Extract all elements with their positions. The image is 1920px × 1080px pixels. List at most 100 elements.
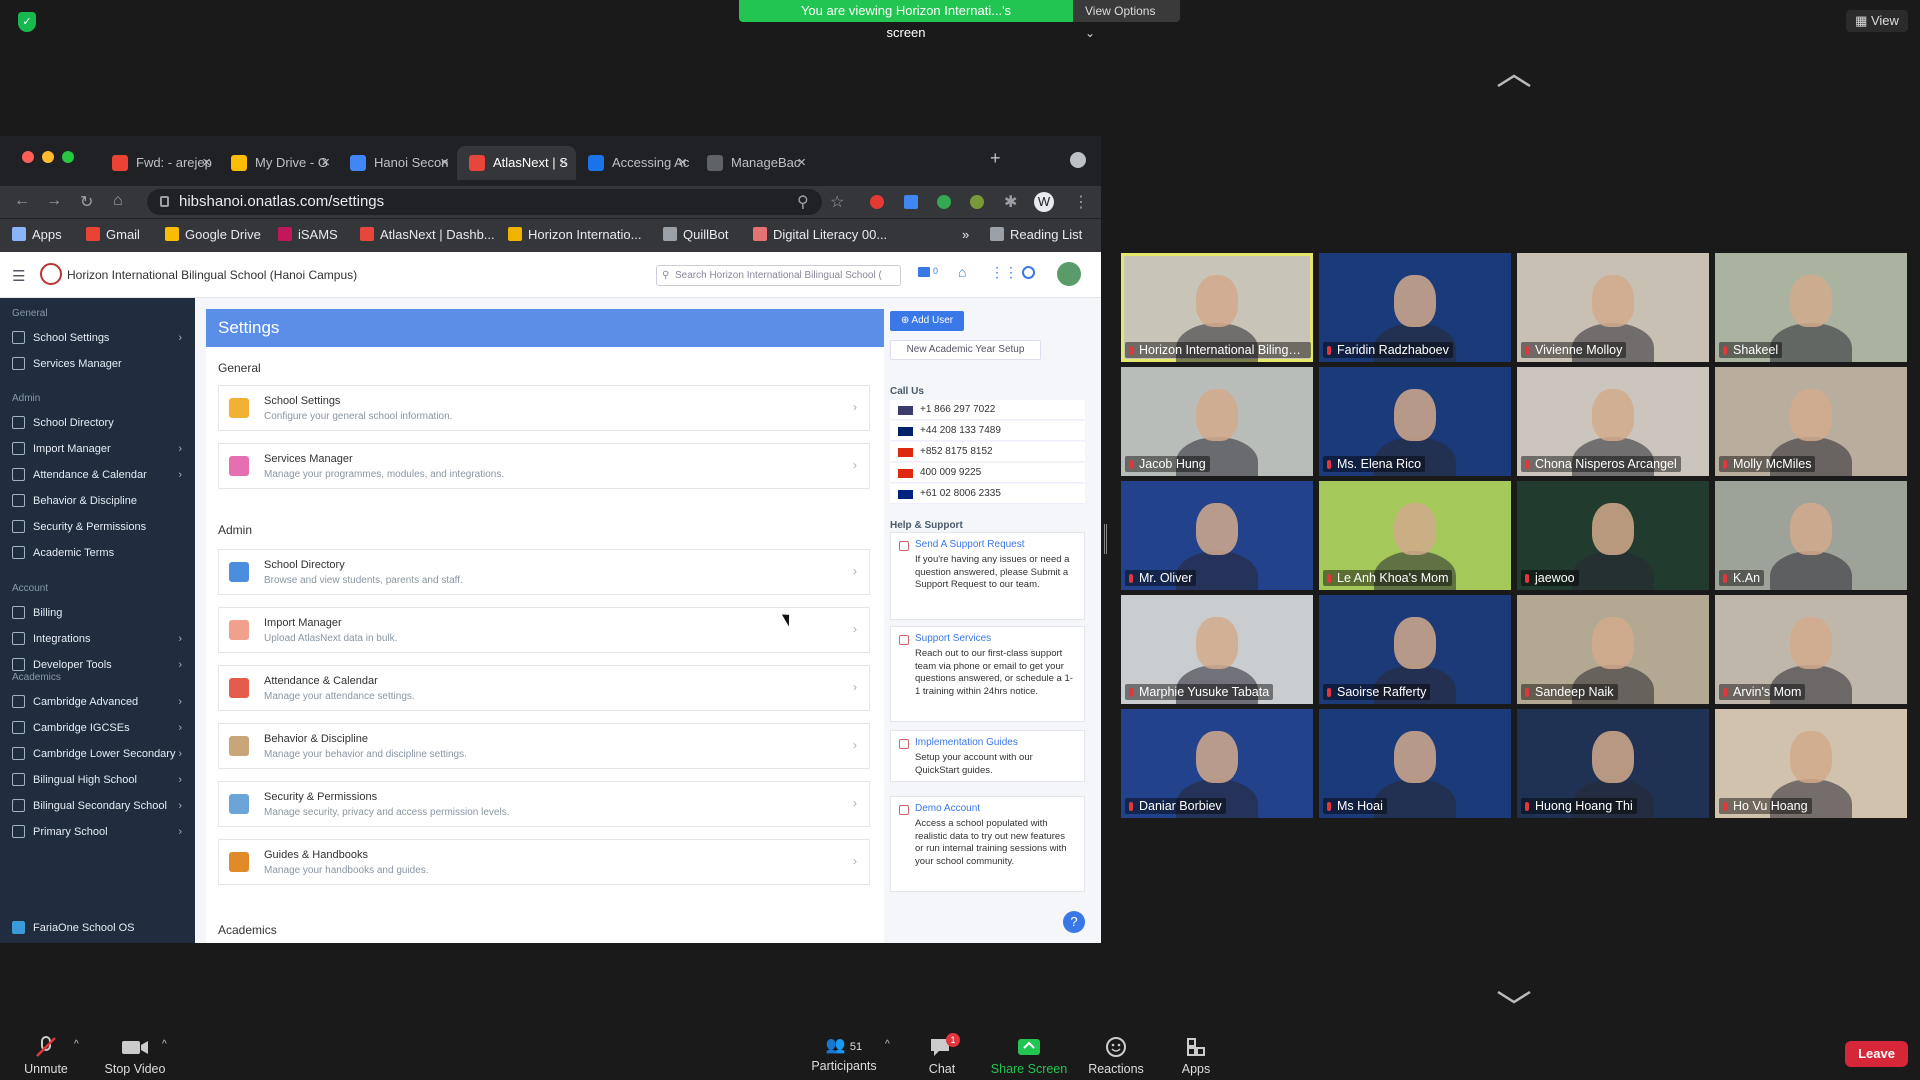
participant-video-tile[interactable]: Faridin Radzhaboev bbox=[1319, 253, 1511, 362]
globe-icon[interactable] bbox=[1022, 266, 1035, 279]
settings-row[interactable]: Security & Permissions Manage security, p… bbox=[218, 781, 870, 827]
leave-button[interactable]: Leave bbox=[1845, 1041, 1908, 1067]
bookmark-item[interactable]: Horizon Internatio... bbox=[508, 227, 641, 242]
reactions-button[interactable]: Reactions bbox=[1084, 1035, 1148, 1076]
sidebar-item[interactable]: School Settings › bbox=[12, 330, 192, 346]
participant-video-tile[interactable]: jaewoo bbox=[1517, 481, 1709, 590]
view-options-button[interactable]: View Options ⌄ bbox=[1073, 0, 1180, 40]
translate-icon[interactable] bbox=[904, 195, 918, 209]
participant-video-tile[interactable]: Sandeep Naik bbox=[1517, 595, 1709, 704]
support-card[interactable]: Support Services Reach out to our first-c… bbox=[890, 626, 1085, 722]
participant-video-tile[interactable]: Vivienne Molloy bbox=[1517, 253, 1709, 362]
bookmark-item[interactable]: Gmail bbox=[86, 227, 140, 242]
participants-button[interactable]: 👥 51 Participants bbox=[808, 1035, 880, 1073]
new-academic-year-button[interactable]: New Academic Year Setup bbox=[890, 340, 1041, 360]
browser-tab[interactable]: ManageBac × bbox=[695, 146, 814, 180]
hamburger-icon[interactable]: ☰ bbox=[12, 267, 25, 285]
participant-video-tile[interactable]: Molly McMiles bbox=[1715, 367, 1907, 476]
settings-row[interactable]: Guides & Handbooks Manage your handbooks … bbox=[218, 839, 870, 885]
sidebar-item[interactable]: Primary School › bbox=[12, 824, 192, 840]
add-user-button[interactable]: ⊕ Add User bbox=[890, 311, 964, 331]
reload-icon[interactable]: ↻ bbox=[80, 192, 93, 212]
participant-video-tile[interactable]: Huong Hoang Thi bbox=[1517, 709, 1709, 818]
sidebar-item[interactable]: Academic Terms bbox=[12, 545, 192, 561]
participant-video-tile[interactable]: Chona Nisperos Arcangel bbox=[1517, 367, 1709, 476]
browser-tab[interactable]: Fwd: - arejep × bbox=[100, 146, 219, 180]
participant-video-tile[interactable]: Ho Vu Hoang bbox=[1715, 709, 1907, 818]
user-avatar[interactable] bbox=[1057, 262, 1081, 286]
browser-tab[interactable]: Hanoi Secon × bbox=[338, 146, 457, 180]
tab-close-icon[interactable]: × bbox=[678, 146, 687, 180]
video-options-chevron-icon[interactable]: ^ bbox=[162, 1039, 167, 1050]
bookmark-item[interactable]: Reading List bbox=[990, 227, 1082, 242]
back-icon[interactable]: ← bbox=[14, 192, 30, 210]
sidebar-item[interactable]: School Directory bbox=[12, 415, 192, 431]
browser-tab[interactable]: AtlasNext | S × bbox=[457, 146, 576, 180]
apps-button[interactable]: Apps bbox=[1176, 1035, 1216, 1076]
support-card[interactable]: Demo Account Access a school populated wi… bbox=[890, 796, 1085, 892]
participant-video-tile[interactable]: Marphie Yusuke Tabata bbox=[1121, 595, 1313, 704]
stop-video-button[interactable]: Stop Video bbox=[100, 1035, 170, 1076]
settings-row[interactable]: Import Manager Upload AtlasNext data in b… bbox=[218, 607, 870, 653]
participant-video-tile[interactable]: Shakeel bbox=[1715, 253, 1907, 362]
sidebar-item[interactable]: Behavior & Discipline bbox=[12, 493, 192, 509]
participant-video-tile[interactable]: Jacob Hung bbox=[1121, 367, 1313, 476]
sidebar-item[interactable]: Bilingual Secondary School › bbox=[12, 798, 192, 814]
extension-icon[interactable] bbox=[870, 195, 884, 209]
settings-row[interactable]: Services Manager Manage your programmes, … bbox=[218, 443, 870, 489]
new-tab-icon[interactable]: + bbox=[990, 148, 1001, 169]
support-card-title[interactable]: Send A Support Request bbox=[915, 539, 1076, 550]
audio-options-chevron-icon[interactable]: ^ bbox=[74, 1039, 79, 1050]
participant-video-tile[interactable]: Arvin's Mom bbox=[1715, 595, 1907, 704]
apps-grid-icon[interactable]: ⋮⋮ bbox=[990, 264, 1018, 281]
bookmark-item[interactable]: Google Drive bbox=[165, 227, 261, 242]
support-card-title[interactable]: Implementation Guides bbox=[915, 737, 1076, 748]
settings-row[interactable]: Attendance & Calendar Manage your attenda… bbox=[218, 665, 870, 711]
tab-close-icon[interactable]: × bbox=[559, 146, 568, 180]
settings-row[interactable]: School Directory Browse and view students… bbox=[218, 549, 870, 595]
participant-video-tile[interactable]: Horizon International Bilingual... bbox=[1121, 253, 1313, 362]
close-window-icon[interactable] bbox=[22, 151, 34, 163]
settings-row[interactable]: School Settings Configure your general sc… bbox=[218, 385, 870, 431]
tab-close-icon[interactable]: × bbox=[797, 146, 806, 180]
maximize-window-icon[interactable] bbox=[62, 151, 74, 163]
home-icon[interactable]: ⌂ bbox=[113, 192, 123, 210]
bookmark-item[interactable]: QuillBot bbox=[663, 227, 729, 242]
participant-video-tile[interactable]: Ms. Elena Rico bbox=[1319, 367, 1511, 476]
forward-icon[interactable]: → bbox=[46, 192, 62, 210]
participants-chevron-icon[interactable]: ^ bbox=[885, 1039, 890, 1050]
search-input[interactable]: ⚲ Search Horizon International Bilingual … bbox=[656, 265, 901, 286]
settings-row[interactable]: Behavior & Discipline Manage your behavio… bbox=[218, 723, 870, 769]
participant-video-tile[interactable]: Saoirse Rafferty bbox=[1319, 595, 1511, 704]
tab-close-icon[interactable]: × bbox=[321, 146, 330, 180]
participant-video-tile[interactable]: K.An bbox=[1715, 481, 1907, 590]
zoom-icon[interactable]: ⚲ bbox=[797, 192, 809, 212]
support-card[interactable]: Implementation Guides Setup your account … bbox=[890, 730, 1085, 782]
sidebar-footer[interactable]: FariaOne School OS bbox=[12, 920, 192, 936]
browser-tab[interactable]: My Drive - G × bbox=[219, 146, 338, 180]
share-screen-button[interactable]: Share Screen bbox=[986, 1035, 1072, 1076]
resize-handle[interactable] bbox=[1104, 524, 1107, 554]
bookmark-item[interactable]: AtlasNext | Dashb... bbox=[360, 227, 495, 242]
support-card-title[interactable]: Demo Account bbox=[915, 803, 1076, 814]
chevron-up-icon[interactable] bbox=[1494, 70, 1534, 90]
bookmark-item[interactable]: iSAMS bbox=[278, 227, 338, 242]
sidebar-item[interactable]: Cambridge Advanced › bbox=[12, 694, 192, 710]
participant-video-tile[interactable]: Ms Hoai bbox=[1319, 709, 1511, 818]
sidebar-item[interactable]: Integrations › bbox=[12, 631, 192, 647]
bookmark-star-icon[interactable]: ☆ bbox=[830, 192, 844, 212]
sidebar-item[interactable]: Attendance & Calendar › bbox=[12, 467, 192, 483]
profile-avatar[interactable]: W bbox=[1034, 192, 1054, 212]
view-button[interactable]: ▦ View bbox=[1846, 10, 1908, 32]
sidebar-item[interactable]: Cambridge Lower Secondary › bbox=[12, 746, 192, 762]
support-card[interactable]: Send A Support Request If you're having a… bbox=[890, 532, 1085, 620]
tab-search-icon[interactable] bbox=[1070, 152, 1086, 168]
participant-video-tile[interactable]: Le Anh Khoa's Mom bbox=[1319, 481, 1511, 590]
security-shield-icon[interactable]: ✓ bbox=[18, 12, 36, 32]
minimize-window-icon[interactable] bbox=[42, 151, 54, 163]
participant-video-tile[interactable]: Mr. Oliver bbox=[1121, 481, 1313, 590]
sidebar-item[interactable]: Bilingual High School › bbox=[12, 772, 192, 788]
participant-video-tile[interactable]: Daniar Borbiev bbox=[1121, 709, 1313, 818]
tab-close-icon[interactable]: × bbox=[202, 146, 211, 180]
help-icon[interactable]: ? bbox=[1063, 911, 1085, 933]
